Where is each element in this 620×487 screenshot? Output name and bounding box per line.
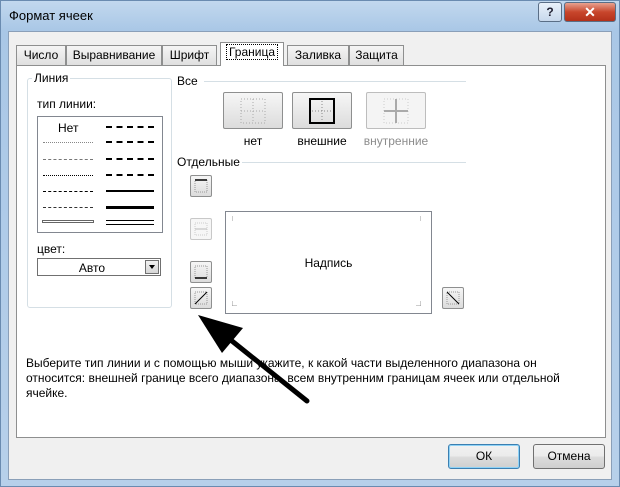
color-value: Авто bbox=[78, 261, 106, 275]
format-cells-dialog: Формат ячеек ? ✕ Число Выравнивание Шриф… bbox=[0, 0, 620, 487]
help-button[interactable]: ? bbox=[538, 2, 562, 22]
tab-fill[interactable]: Заливка bbox=[287, 45, 349, 65]
dialog-title: Формат ячеек bbox=[9, 8, 93, 23]
chevron-down-icon[interactable] bbox=[145, 260, 159, 274]
presets-title: Все bbox=[177, 74, 198, 88]
color-label: цвет: bbox=[37, 242, 66, 256]
preview-text: Надпись bbox=[304, 256, 353, 270]
line-group: Линия тип линии: Нет цвет: Авто bbox=[27, 71, 172, 308]
border-inside-icon bbox=[383, 98, 409, 124]
close-button[interactable]: ✕ bbox=[564, 2, 616, 22]
border-tab-panel: Линия тип линии: Нет цвет: Авто Все нет … bbox=[16, 65, 606, 438]
line-style-slant-dash-dot[interactable] bbox=[106, 141, 154, 143]
tab-label: Защита bbox=[355, 48, 398, 62]
border-preview[interactable]: Надпись bbox=[225, 211, 432, 314]
border-bottom-icon bbox=[194, 265, 208, 279]
preset-none-button[interactable] bbox=[223, 92, 283, 129]
line-style-dash-dot[interactable] bbox=[43, 191, 93, 192]
line-style-double[interactable] bbox=[106, 220, 154, 225]
tab-label: Выравнивание bbox=[72, 48, 156, 62]
tab-protection[interactable]: Защита bbox=[349, 45, 404, 65]
preset-outline-button[interactable] bbox=[292, 92, 352, 129]
preset-none-label: нет bbox=[243, 134, 263, 148]
dialog-client: Число Выравнивание Шрифт Граница Заливка… bbox=[8, 31, 612, 480]
tab-alignment[interactable]: Выравнивание bbox=[66, 45, 162, 65]
tab-border[interactable]: Граница bbox=[220, 42, 284, 66]
line-style-medium[interactable] bbox=[106, 190, 154, 192]
line-style-dotted[interactable] bbox=[43, 159, 93, 160]
tab-label: Заливка bbox=[294, 48, 342, 62]
cancel-button[interactable]: Отмена bbox=[533, 444, 605, 469]
preset-inside-label: внутренние bbox=[363, 134, 429, 148]
line-style-medium-dashed[interactable] bbox=[106, 174, 154, 176]
tab-label: Шрифт bbox=[169, 48, 210, 62]
preset-inside-button[interactable] bbox=[366, 92, 426, 129]
line-style-list[interactable]: Нет bbox=[37, 116, 163, 233]
preview-corner-mark bbox=[416, 301, 421, 306]
line-style-medium-dash-dot-dot[interactable] bbox=[106, 126, 154, 128]
preview-corner-mark bbox=[420, 216, 421, 221]
border-none-icon bbox=[240, 98, 266, 124]
description-text: Выберите тип линии и с помощью мыши укаж… bbox=[26, 356, 560, 400]
line-style-medium-dash-dot[interactable] bbox=[106, 158, 154, 160]
presets-separator bbox=[204, 81, 466, 82]
border-separator bbox=[242, 162, 466, 163]
tab-label: Число bbox=[23, 48, 59, 62]
border-bottom-button[interactable] bbox=[190, 261, 212, 283]
line-style-thick[interactable] bbox=[106, 206, 154, 209]
border-inside-horizontal-button[interactable] bbox=[190, 218, 212, 240]
line-style-none[interactable]: Нет bbox=[58, 121, 78, 135]
color-select[interactable]: Авто bbox=[37, 258, 161, 276]
border-outline-icon bbox=[309, 98, 335, 124]
line-group-title: Линия bbox=[32, 71, 71, 85]
line-style-hair[interactable] bbox=[43, 142, 93, 143]
preview-corner-mark bbox=[232, 301, 237, 306]
ok-button[interactable]: ОК bbox=[448, 444, 520, 469]
tab-number[interactable]: Число bbox=[16, 45, 66, 65]
line-style-dash-dot-dot[interactable] bbox=[43, 175, 93, 176]
border-top-icon bbox=[194, 179, 208, 193]
line-style-thin[interactable] bbox=[42, 220, 94, 223]
border-title: Отдельные bbox=[177, 155, 240, 169]
line-style-label: тип линии: bbox=[37, 97, 97, 111]
border-diagonal-up-button[interactable] bbox=[190, 287, 212, 309]
border-top-button[interactable] bbox=[190, 175, 212, 197]
tab-font[interactable]: Шрифт bbox=[162, 45, 217, 65]
preset-outline-label: внешние bbox=[297, 134, 347, 148]
border-diagonal-down-button[interactable] bbox=[442, 287, 464, 309]
tab-label: Граница bbox=[225, 44, 279, 60]
line-style-dashed[interactable] bbox=[43, 207, 93, 208]
diagonal-down-icon bbox=[446, 291, 460, 305]
diagonal-up-icon bbox=[194, 291, 208, 305]
border-inside-horizontal-icon bbox=[194, 222, 208, 236]
preview-corner-mark bbox=[232, 216, 233, 221]
title-bar[interactable]: Формат ячеек ? ✕ bbox=[1, 1, 619, 31]
